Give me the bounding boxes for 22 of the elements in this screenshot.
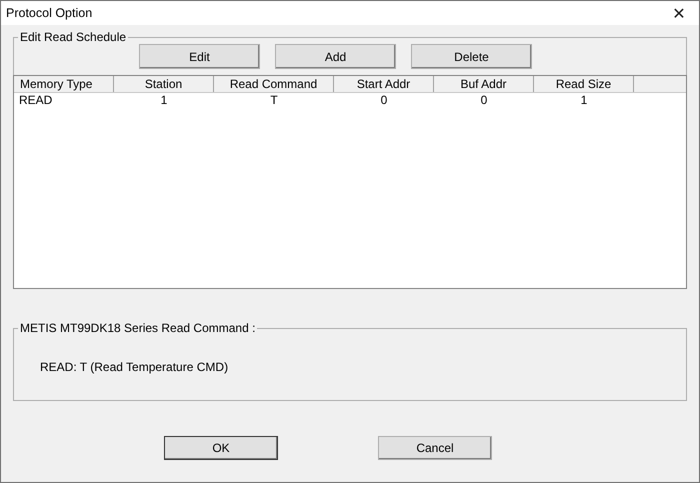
group-title: METIS MT99DK18 Series Read Command :: [19, 321, 256, 335]
table-cell: 0: [380, 93, 388, 107]
group-title: Edit Read Schedule: [19, 30, 128, 44]
action-button[interactable]: Add: [275, 44, 396, 69]
table-cell: READ: [19, 93, 52, 107]
column-header[interactable]: Memory Type: [14, 76, 114, 92]
column-header[interactable]: Read Command: [214, 76, 334, 92]
table-cell: 0: [480, 93, 488, 107]
column-header[interactable]: Buf Addr: [434, 76, 534, 92]
column-header[interactable]: Start Addr: [334, 76, 434, 92]
dialog-button[interactable]: Cancel: [378, 436, 492, 460]
action-button[interactable]: Delete: [411, 44, 532, 69]
info-text: READ: T (Read Temperature CMD): [39, 359, 230, 374]
action-button[interactable]: Edit: [139, 44, 260, 69]
column-header[interactable]: Read Size: [534, 76, 634, 92]
column-header[interactable]: Station: [114, 76, 214, 92]
dialog-button[interactable]: OK: [164, 436, 278, 460]
table-cell: 1: [160, 93, 168, 107]
table-cell: 1: [580, 93, 588, 107]
window-title: Protocol Option: [5, 6, 92, 20]
close-button[interactable]: ✕: [659, 1, 699, 25]
table-cell: T: [270, 93, 278, 107]
